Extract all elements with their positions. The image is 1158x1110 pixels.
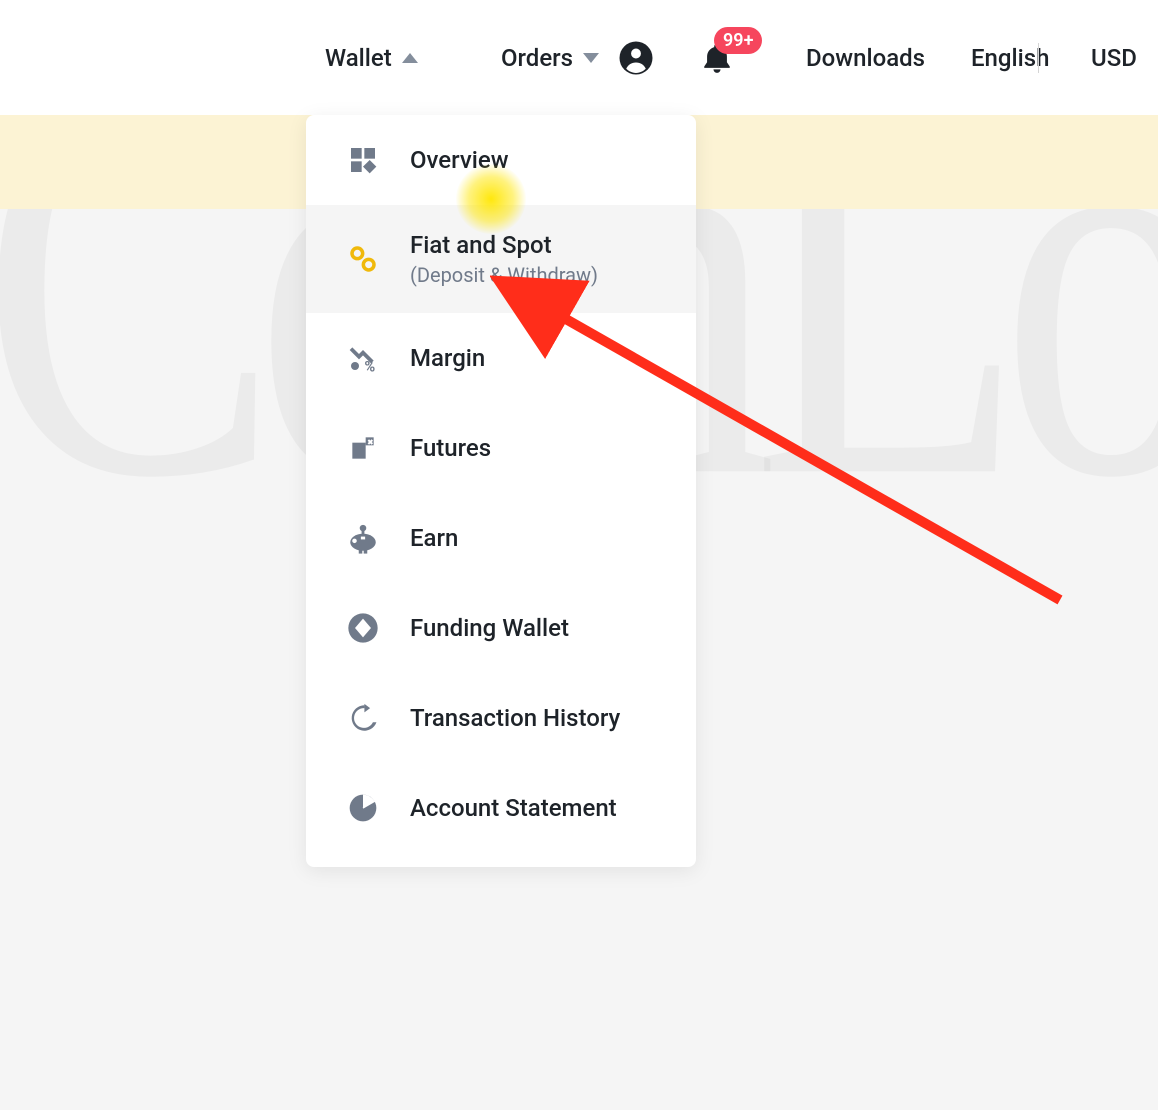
- menu-margin-label: Margin: [410, 344, 485, 372]
- nav-wallet[interactable]: Wallet: [325, 44, 418, 72]
- nav-downloads-label: Downloads: [806, 44, 925, 72]
- menu-fiat-spot-label: Fiat and Spot: [410, 231, 598, 259]
- nav-orders-label: Orders: [501, 44, 573, 72]
- notifications-button[interactable]: 99+: [700, 41, 734, 75]
- menu-item-margin[interactable]: % Margin: [306, 313, 696, 403]
- caret-down-icon: [583, 53, 599, 63]
- account-statement-icon: [344, 789, 382, 827]
- menu-item-overview[interactable]: Overview: [306, 115, 696, 205]
- profile-icon[interactable]: [618, 40, 654, 76]
- earn-icon: [344, 519, 382, 557]
- menu-overview-label: Overview: [410, 146, 509, 174]
- menu-transaction-history-label: Transaction History: [410, 704, 620, 732]
- overview-icon: [344, 141, 382, 179]
- menu-item-transaction-history[interactable]: $ Transaction History: [306, 673, 696, 763]
- fiat-spot-icon: [344, 240, 382, 278]
- menu-futures-label: Futures: [410, 434, 491, 462]
- funding-wallet-icon: [344, 609, 382, 647]
- nav-orders[interactable]: Orders: [501, 44, 599, 72]
- notification-badge: 99+: [714, 27, 762, 54]
- menu-item-futures[interactable]: Futures: [306, 403, 696, 493]
- menu-item-funding-wallet[interactable]: Funding Wallet: [306, 583, 696, 673]
- futures-icon: [344, 429, 382, 467]
- top-navigation: Wallet Orders 99+ Downloads English USD: [0, 0, 1158, 115]
- menu-earn-label: Earn: [410, 524, 458, 552]
- nav-currency-label: USD: [1091, 44, 1137, 72]
- caret-up-icon: [402, 53, 418, 63]
- nav-wallet-label: Wallet: [325, 44, 392, 72]
- menu-item-earn[interactable]: Earn: [306, 493, 696, 583]
- menu-funding-wallet-label: Funding Wallet: [410, 614, 569, 642]
- margin-icon: %: [344, 339, 382, 377]
- menu-account-statement-label: Account Statement: [410, 794, 617, 822]
- transaction-history-icon: $: [344, 699, 382, 737]
- svg-text:%: %: [364, 357, 375, 374]
- wallet-dropdown: Overview Fiat and Spot (Deposit & Withdr…: [306, 115, 696, 867]
- nav-downloads[interactable]: Downloads: [806, 44, 925, 72]
- menu-item-account-statement[interactable]: Account Statement: [306, 763, 696, 853]
- menu-fiat-spot-sub: (Deposit & Withdraw): [410, 263, 598, 287]
- nav-currency[interactable]: USD: [1091, 44, 1137, 72]
- nav-divider: [1038, 43, 1039, 73]
- menu-item-fiat-and-spot[interactable]: Fiat and Spot (Deposit & Withdraw): [306, 205, 696, 313]
